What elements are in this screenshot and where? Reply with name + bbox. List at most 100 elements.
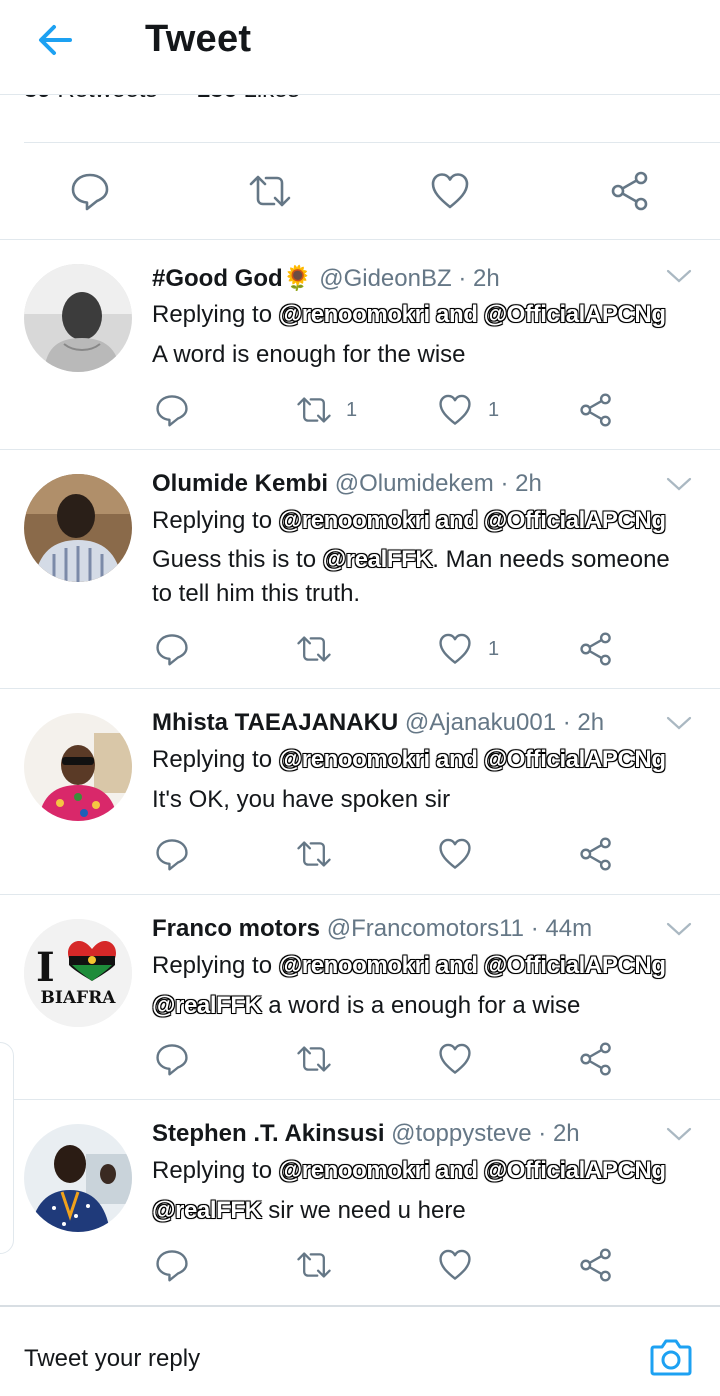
tweet-menu-button[interactable] [666,715,692,731]
like-button[interactable] [438,393,472,427]
tweet-text: A word is enough for the wise [152,341,466,368]
author-name[interactable]: #Good God🌻 [152,265,313,292]
main-share-button[interactable] [610,171,650,211]
share-nodes-icon [580,1248,611,1282]
tweet-menu-button[interactable] [666,268,692,284]
timestamp: 44m [545,915,593,942]
mention-link[interactable]: @renoomokri and @OfficialAPCNg [279,952,666,979]
replying-label: Replying to [152,507,273,534]
like-button[interactable] [438,1042,472,1076]
mention-link[interactable]: @realFFK [323,546,433,573]
retweet-button[interactable] [296,1042,331,1076]
reply-button[interactable] [155,837,189,871]
share-button[interactable] [579,1248,613,1282]
retweet-button[interactable] [296,1248,331,1282]
author-handle[interactable]: @GideonBZ [319,265,451,292]
share-button[interactable] [579,632,613,666]
retweet-button[interactable] [296,632,331,666]
reply-tweet[interactable]: Stephen .T. Akinsusi @toppysteve · 2h Re… [0,1100,720,1304]
reply-tweet[interactable]: I BIAFRA Franco motors @Francomotors11 ·… [0,895,720,1100]
reply-header: Franco motors @Francomotors11 · 44m [152,915,592,943]
share-nodes-icon [580,632,611,666]
reply-header: Stephen .T. Akinsusi @toppysteve · 2h [152,1120,580,1148]
reply-tweet[interactable]: Mhista TAEAJANAKU @Ajanaku001 · 2h Reply… [0,689,720,895]
camera-icon [650,1339,692,1376]
like-count: 1 [488,399,500,421]
tweet-text-part: Guess this is to [152,546,317,573]
avatar[interactable] [24,264,132,372]
chevron-down-icon [666,477,692,491]
tweet-text: @realFFK a word is a enough for a wise [152,992,580,1020]
tweet-menu-button[interactable] [666,921,692,937]
retweet-arrows-icon [249,175,291,207]
chevron-down-icon [666,269,692,283]
chevron-down-icon [666,716,692,730]
reply-button[interactable] [155,1248,189,1282]
tweet-menu-button[interactable] [666,476,692,492]
chevron-down-icon [666,1127,692,1141]
replying-label: Replying to [152,746,273,773]
mention-link[interactable]: @renoomokri and @OfficialAPCNg [279,746,666,773]
author-handle[interactable]: @toppysteve [391,1120,531,1147]
mention-link[interactable]: @realFFK [152,1197,262,1224]
reply-composer[interactable]: Tweet your reply [0,1305,720,1396]
edge-panel-handle[interactable] [0,1042,14,1254]
share-button[interactable] [579,1042,613,1076]
author-handle[interactable]: @Olumidekem [335,470,494,497]
separator: · [562,709,571,736]
like-button[interactable] [438,1248,472,1282]
tweet-menu-button[interactable] [666,1126,692,1142]
author-handle[interactable]: @Ajanaku001 [405,709,556,736]
tweet-text-line: to tell him this truth. [152,580,361,607]
share-nodes-icon [580,1042,611,1076]
retweet-button[interactable] [296,837,331,871]
avatar[interactable] [24,713,132,821]
main-retweet-button[interactable] [248,171,291,211]
heart-outline-icon [439,838,471,869]
retweet-arrows-icon [297,397,331,423]
reply-header: Mhista TAEAJANAKU @Ajanaku001 · 2h [152,709,604,737]
mention-link[interactable]: @realFFK [152,992,262,1019]
chevron-down-icon [666,922,692,936]
reply-button[interactable] [155,393,189,427]
back-button[interactable] [34,22,78,58]
retweet-count: 1 [346,399,358,421]
arrow-left-icon [39,25,72,55]
avatar-caption: BIAFRA [41,988,117,1008]
author-name[interactable]: Mhista TAEAJANAKU [152,709,398,736]
author-handle[interactable]: @Francomotors11 [327,915,524,942]
main-like-button[interactable] [430,171,470,211]
replying-to: Replying to @renoomokri and @OfficialAPC… [152,746,666,774]
retweet-button[interactable] [296,393,331,427]
mention-link[interactable]: @renoomokri and @OfficialAPCNg [279,1157,666,1184]
share-nodes-icon [580,393,611,427]
main-reply-button[interactable] [70,171,110,211]
mention-link[interactable]: @renoomokri and @OfficialAPCNg [279,507,666,534]
author-name[interactable]: Stephen .T. Akinsusi [152,1120,385,1147]
replying-label: Replying to [152,952,273,979]
like-button[interactable] [438,837,472,871]
retweet-arrows-icon [297,1252,331,1278]
tweet-text-part: a word is a enough for a wise [261,992,581,1019]
reply-input[interactable]: Tweet your reply [24,1345,200,1373]
replying-label: Replying to [152,1157,273,1184]
share-button[interactable] [579,393,613,427]
avatar[interactable] [24,474,132,582]
page-title: Tweet [145,18,252,60]
avatar[interactable]: I BIAFRA [24,919,132,1027]
replying-to: Replying to @renoomokri and @OfficialAPC… [152,507,666,535]
reply-button[interactable] [155,1042,189,1076]
separator: · [530,915,539,942]
mention-link[interactable]: @renoomokri and @OfficialAPCNg [279,301,666,328]
reply-tweet[interactable]: #Good God🌻 @GideonBZ · 2h Replying to @r… [0,240,720,450]
like-button[interactable] [438,632,472,666]
author-name[interactable]: Franco motors [152,915,320,942]
timestamp: 2h [577,709,605,736]
reply-button[interactable] [155,632,189,666]
timestamp: 2h [552,1120,580,1147]
share-button[interactable] [579,837,613,871]
avatar[interactable] [24,1124,132,1232]
author-name[interactable]: Olumide Kembi [152,470,328,497]
reply-tweet[interactable]: Olumide Kembi @Olumidekem · 2h Replying … [0,450,720,689]
camera-button[interactable] [650,1338,692,1376]
